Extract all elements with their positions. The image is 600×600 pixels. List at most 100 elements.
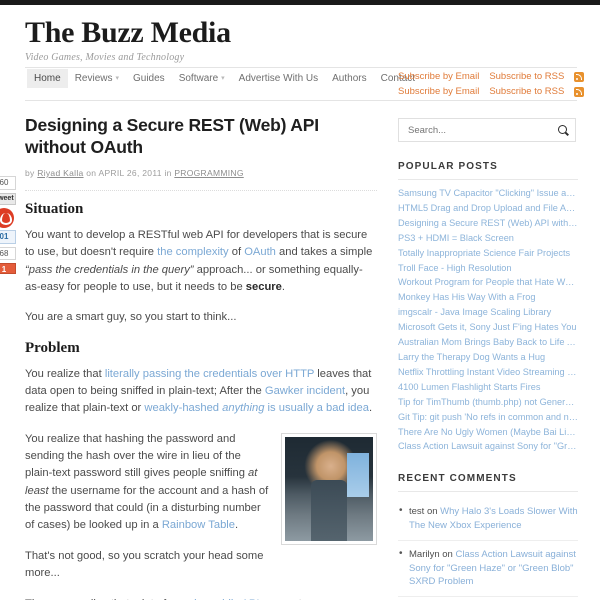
subscribe-row-1: Subscribe by Email Subscribe to RSS — [398, 69, 598, 84]
nav-label: Authors — [332, 72, 367, 84]
facebook-count-box[interactable]: 68 — [0, 246, 16, 261]
article-image — [281, 432, 377, 545]
nav-label: Home — [34, 72, 61, 84]
list-item[interactable]: 4100 Lumen Flashlight Starts Fires — [398, 380, 578, 395]
rss-icon[interactable] — [574, 71, 585, 82]
share-count-box[interactable]: 60 — [0, 176, 16, 190]
nav-item-advertise[interactable]: Advertise With Us — [232, 69, 325, 88]
site-tagline: Video Games, Movies and Technology — [25, 51, 185, 63]
byline-date: APRIL 26, 2011 — [98, 167, 162, 178]
list-item: test on Why Halo 3's Loads Slower With T… — [398, 498, 578, 541]
list-item[interactable]: Netflix Throttling Instant Video Streami… — [398, 365, 578, 380]
stumble-count-box[interactable]: 01 — [0, 229, 16, 244]
popular-posts-rule — [398, 179, 578, 180]
list-item[interactable]: HTML5 Drag and Drop Upload and File API … — [398, 201, 578, 216]
link-weakly-hashed[interactable]: weakly-hashed anything is usually a bad … — [144, 402, 369, 414]
social-share-rail: 60 Tweet 01 68 1 — [0, 176, 18, 277]
paragraph-5: That's not good, so you scratch your hea… — [25, 549, 264, 580]
article-byline: by Riyad Kalla on APRIL 26, 2011 in PROG… — [25, 168, 377, 178]
p1-emphasis: “pass the credentials in the query” — [25, 263, 194, 276]
paragraph-2: You are a smart guy, so you start to thi… — [25, 311, 237, 324]
list-item[interactable]: PS3 + HDMI = Black Screen — [398, 231, 578, 246]
search-icon[interactable] — [558, 125, 567, 134]
byline-by: by — [25, 167, 35, 178]
recent-comments-list: test on Why Halo 3's Loads Slower With T… — [398, 498, 578, 600]
list-item[interactable]: imgscalr - Java Image Scaling Library — [398, 305, 578, 320]
p4-text-a: You realize that hashing the password an… — [25, 432, 249, 480]
list-item[interactable]: Workout Program for People that Hate Wor… — [398, 275, 578, 290]
site-title[interactable]: The Buzz Media — [25, 17, 600, 49]
page-title: Designing a Secure REST (Web) API withou… — [25, 115, 319, 158]
paragraph-6: Then you realize that a lot of popular p… — [25, 596, 377, 600]
paragraph-1: You want to develop a RESTful web API fo… — [25, 227, 377, 296]
link-gawker-incident[interactable]: Gawker incident — [265, 385, 345, 397]
list-item[interactable]: Totally Inappropriate Science Fair Proje… — [398, 246, 578, 261]
nav-item-authors[interactable]: Authors — [325, 69, 373, 88]
article-image-inner — [285, 436, 373, 541]
pinterest-count-box[interactable]: 1 — [0, 263, 16, 275]
list-item[interactable]: Microsoft Gets it, Sony Just F'ing Hates… — [398, 320, 578, 335]
subscribe-by-email-link[interactable]: Subscribe by Email — [398, 71, 479, 82]
p3-link3-b: is usually a bad idea — [264, 402, 369, 415]
comment-on: on — [424, 506, 441, 518]
stumbleupon-icon[interactable] — [0, 207, 14, 228]
popular-posts-title: POPULAR POSTS — [398, 161, 498, 172]
p3-text-d: . — [368, 402, 373, 415]
byline-in: in — [164, 167, 172, 178]
list-item: Marilyn on Class Action Lawsuit against … — [398, 541, 578, 598]
list-item[interactable]: Class Action Lawsuit against Sony for "G… — [398, 439, 578, 454]
subscribe-links: Subscribe by Email Subscribe to RSS Subs… — [398, 69, 598, 99]
list-item[interactable]: Australian Mom Brings Baby Back to Life … — [398, 335, 578, 350]
p3-text-a: You realize that — [25, 367, 105, 380]
byline-on: on — [86, 167, 97, 178]
list-item[interactable]: Monkey Has His Way With a Frog — [398, 290, 578, 305]
list-item[interactable]: Designing a Secure REST (Web) API withou… — [398, 216, 578, 231]
chevron-down-icon: ▾ — [221, 74, 225, 82]
p3-link3-em: anything — [222, 402, 265, 415]
subscribe-to-rss-link-2[interactable]: Subscribe to RSS — [489, 86, 564, 97]
tweet-button[interactable]: Tweet — [0, 192, 16, 205]
nav-label: Guides — [133, 72, 165, 84]
comment-author: test — [409, 506, 425, 518]
page-root: The Buzz Media Video Games, Movies and T… — [0, 0, 600, 600]
link-rainbow-table[interactable]: Rainbow Table — [162, 519, 235, 531]
comment-author: Marilyn — [409, 548, 440, 560]
byline-divider — [25, 189, 377, 191]
nav-item-software[interactable]: Software ▾ — [172, 69, 232, 88]
p1-text-e: . — [281, 280, 285, 293]
nav-label: Advertise With Us — [238, 72, 319, 84]
nav-label: Software — [178, 72, 219, 84]
list-item[interactable]: Samsung TV Capacitor "Clicking" Issue an… — [398, 186, 578, 201]
nav-item-reviews[interactable]: Reviews ▾ — [68, 69, 126, 88]
chevron-down-icon: ▾ — [115, 74, 119, 82]
link-the-complexity[interactable]: the complexity — [157, 246, 229, 258]
nav-label: Reviews — [74, 72, 113, 84]
list-item[interactable]: There Are No Ugly Women (Maybe Bai Ling) — [398, 425, 578, 440]
rss-icon-2[interactable] — [574, 86, 585, 97]
p1-text-c: and takes a simple — [275, 246, 373, 259]
nav-item-home[interactable]: Home — [27, 68, 68, 88]
list-item[interactable]: Larry the Therapy Dog Wants a Hug — [398, 350, 578, 365]
heading-situation: Situation — [25, 200, 84, 217]
p1-text-b: of — [228, 246, 245, 259]
main-navigation: Home Reviews ▾ Guides Software ▾ Advertise… — [27, 68, 422, 88]
subscribe-to-rss-link[interactable]: Subscribe to RSS — [489, 71, 564, 82]
link-oauth[interactable]: OAuth — [244, 246, 276, 258]
site-header: The Buzz Media Video Games, Movies and T… — [0, 5, 600, 63]
heading-problem: Problem — [25, 339, 80, 356]
nav-item-guides[interactable]: Guides — [126, 69, 172, 88]
subscribe-row-2: Subscribe by Email Subscribe to RSS — [398, 84, 598, 99]
link-passing-credentials[interactable]: literally passing the credentials over H… — [105, 368, 314, 380]
subscribe-by-email-link-2[interactable]: Subscribe by Email — [398, 86, 479, 97]
list-item[interactable]: Troll Face - High Resolution — [398, 261, 578, 276]
popular-posts-list: Samsung TV Capacitor "Clicking" Issue an… — [398, 186, 578, 454]
list-item[interactable]: Tip for TimThumb (thumb.php) not Generat… — [398, 395, 578, 410]
byline-category-link[interactable]: PROGRAMMING — [174, 168, 243, 178]
search-box[interactable] — [398, 118, 576, 142]
list-item[interactable]: Git Tip: git push 'No refs in common and… — [398, 410, 578, 425]
search-input[interactable] — [406, 123, 546, 137]
recent-comments-title: RECENT COMMENTS — [398, 473, 517, 485]
sidebar: POPULAR POSTS Samsung TV Capacitor "Clic… — [398, 118, 578, 600]
p3-link3-a: weakly-hashed — [144, 402, 223, 415]
byline-author-link[interactable]: Riyad Kalla — [37, 168, 83, 178]
